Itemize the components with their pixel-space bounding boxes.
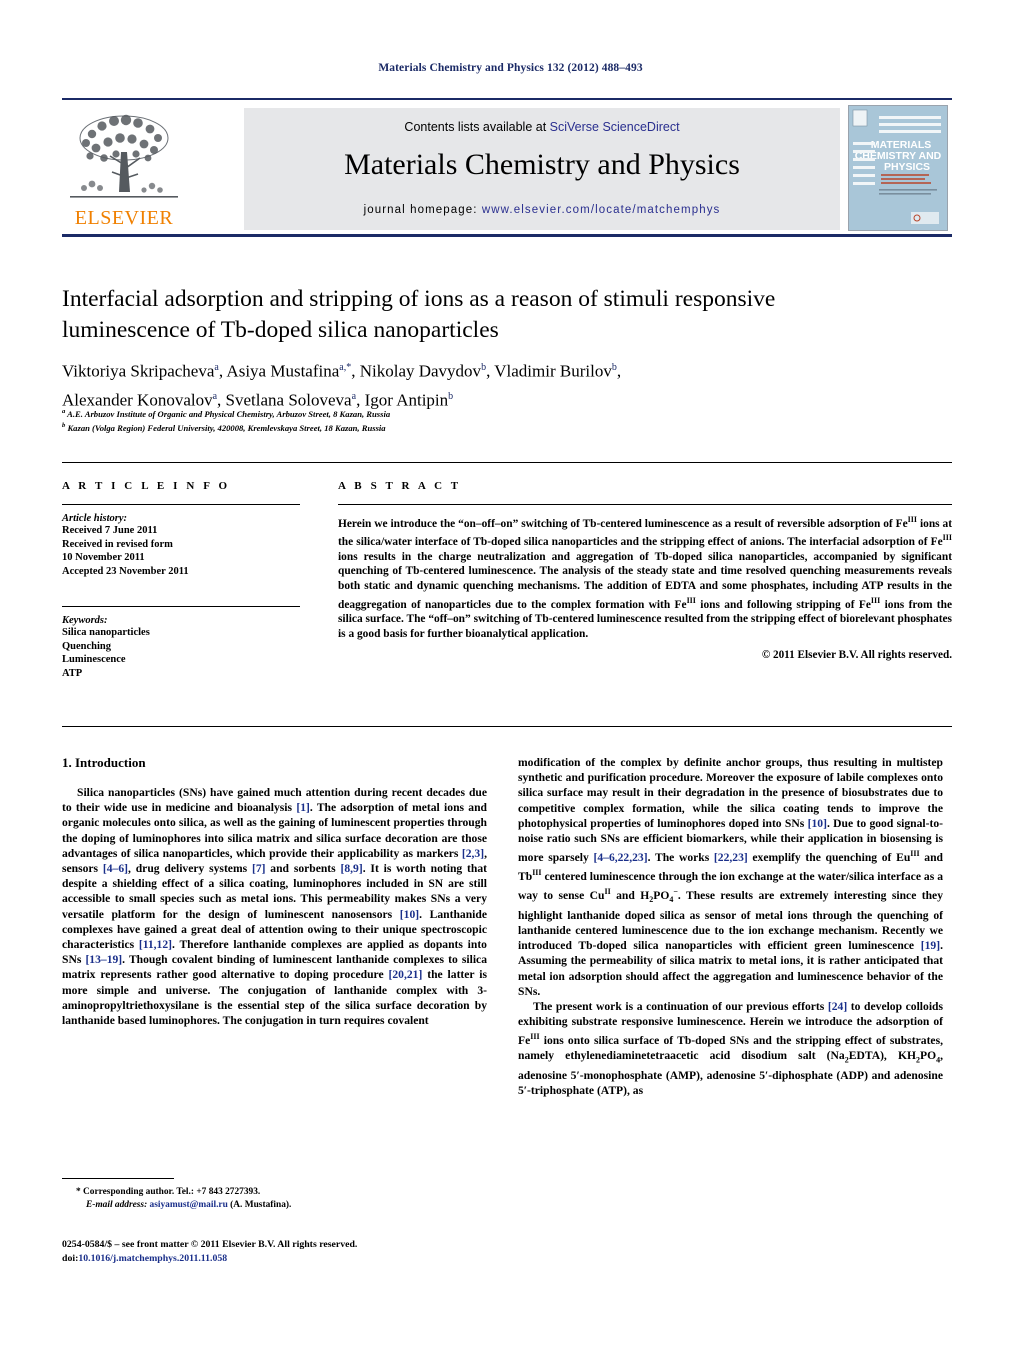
citation-link[interactable]: [7] <box>252 862 266 875</box>
citation-link[interactable]: [19] <box>921 939 940 952</box>
author-affil-marker: a <box>214 362 219 373</box>
citation-link[interactable]: [10] <box>400 908 419 921</box>
citation-link[interactable]: [4–6,22,23] <box>593 851 647 864</box>
article-info-block: A R T I C L E I N F O Article history: R… <box>62 480 300 680</box>
author-affil-marker: a <box>351 390 357 402</box>
citation-link[interactable]: [4–6] <box>103 862 128 875</box>
svg-text:PHYSICS: PHYSICS <box>884 161 930 173</box>
citation-link[interactable]: [24] <box>828 1000 847 1013</box>
journal-panel: Contents lists available at SciVerse Sci… <box>244 108 840 230</box>
email-attribution: (A. Mustafina). <box>230 1200 292 1210</box>
section-heading-introduction: 1. Introduction <box>62 755 146 770</box>
affiliation-a: a A.E. Arbuzov Institute of Organic and … <box>62 406 892 420</box>
elsevier-tree-icon <box>70 114 178 198</box>
author-affil-marker: b <box>611 362 617 373</box>
article-info-heading: A R T I C L E I N F O <box>62 480 231 492</box>
affil-marker-a: a <box>62 408 66 415</box>
elsevier-wordmark: ELSEVIER <box>74 207 174 229</box>
author-affil-marker: a,* <box>339 362 352 373</box>
email-note: E-mail address: asiyamust@mail.ru (A. Mu… <box>62 1199 487 1212</box>
body-paragraph: modification of the complex by definite … <box>518 756 944 998</box>
history-item: Received in revised form <box>62 538 173 550</box>
body-paragraph: Silica nanoparticles (SNs) have gained m… <box>62 786 487 1028</box>
masthead-top-rule <box>62 98 952 100</box>
issn-line: 0254-0584/$ – see front matter © 2011 El… <box>62 1239 358 1250</box>
page-title: Interfacial adsorption and stripping of … <box>62 286 776 343</box>
article-history-list: Received 7 June 2011 Received in revised… <box>62 524 300 578</box>
info-band-top-rule <box>62 462 952 463</box>
info-band-bottom-rule <box>62 726 952 727</box>
body-paragraph: The present work is a continuation of ou… <box>518 999 944 1098</box>
journal-title: Materials Chemistry and Physics <box>344 148 740 181</box>
history-item: Received 7 June 2011 <box>62 525 158 536</box>
journal-cover-thumbnail: MATERIALS CHEMISTRY AND PHYSICS <box>848 105 948 231</box>
citation-link[interactable]: [2,3] <box>462 847 484 860</box>
elsevier-logo: ELSEVIER <box>64 108 184 230</box>
contents-prefix: Contents lists available at <box>404 120 550 134</box>
email-link[interactable]: asiyamust@mail.ru <box>150 1200 228 1210</box>
affiliation-b-text: Kazan (Volga Region) Federal University,… <box>67 423 386 434</box>
doi-label: doi: <box>62 1252 79 1264</box>
citation-link[interactable]: [22,23] <box>714 851 748 864</box>
article-history-label: Article history: <box>62 513 128 524</box>
journal-cover-image: MATERIALS CHEMISTRY AND PHYSICS <box>849 106 947 230</box>
keywords-label: Keywords: <box>62 615 108 626</box>
keyword-item: Silica nanoparticles <box>62 627 150 638</box>
sciencedirect-link[interactable]: SciVerse ScienceDirect <box>550 120 680 134</box>
keywords-rule <box>62 606 300 607</box>
keyword-item: Luminescence <box>62 654 126 665</box>
doi-line: doi:10.1016/j.matchemphys.2011.11.058 <box>62 1252 562 1266</box>
citation-link[interactable]: [8,9] <box>341 862 363 875</box>
article-info-rule <box>62 504 300 505</box>
journal-homepage-line: journal homepage: www.elsevier.com/locat… <box>244 204 840 216</box>
history-item: Accepted 23 November 2011 <box>62 565 189 577</box>
abstract-rule <box>338 504 952 505</box>
body-column-left: 1. Introduction Silica nanoparticles (SN… <box>62 755 487 1028</box>
journal-masthead: ELSEVIER Contents lists available at Sci… <box>62 98 952 237</box>
body-column-right: modification of the complex by definite … <box>518 755 943 1098</box>
journal-homepage-link[interactable]: www.elsevier.com/locate/matchemphys <box>482 204 721 216</box>
author-affil-marker: b <box>481 362 487 373</box>
keyword-item: Quenching <box>62 640 112 652</box>
keywords-list: Silica nanoparticles Quenching Luminesce… <box>62 626 300 680</box>
corresponding-author-note: * Corresponding author. Tel.: +7 843 272… <box>76 1187 261 1197</box>
citation-link[interactable]: [11,12] <box>139 938 172 951</box>
contents-list-line: Contents lists available at SciVerse Sci… <box>244 120 840 134</box>
footnote-block: * Corresponding author. Tel.: +7 843 272… <box>62 1178 487 1212</box>
affiliation-list: a A.E. Arbuzov Institute of Organic and … <box>62 406 892 435</box>
abstract-heading: A B S T R A C T <box>338 480 462 492</box>
issn-copyright-block: 0254-0584/$ – see front matter © 2011 El… <box>62 1238 562 1265</box>
homepage-prefix: journal homepage: <box>363 204 482 216</box>
email-label: E-mail address: <box>86 1200 148 1210</box>
paper-page: Materials Chemistry and Physics 132 (201… <box>0 0 1021 1351</box>
citation-link[interactable]: [13–19] <box>85 953 122 966</box>
author-list: Viktoriya Skripachevaa, Asiya Mustafinaa… <box>62 361 622 410</box>
author-affil-marker: a <box>212 390 218 402</box>
keyword-item: ATP <box>62 667 83 679</box>
citation-link[interactable]: [1] <box>296 801 310 814</box>
citation-link[interactable]: [10] <box>808 817 827 830</box>
affiliation-a-text: A.E. Arbuzov Institute of Organic and Ph… <box>67 408 391 419</box>
abstract-copyright: © 2011 Elsevier B.V. All rights reserved… <box>761 649 952 662</box>
history-item: 10 November 2011 <box>62 552 145 563</box>
footnote-rule <box>62 1178 174 1179</box>
masthead-bottom-rule <box>62 234 952 237</box>
abstract-block: A B S T R A C T Herein we introduce the … <box>338 480 952 661</box>
running-head: Materials Chemistry and Physics 132 (201… <box>378 62 643 74</box>
author-affil-marker: b <box>448 390 454 402</box>
abstract-text: Herein we introduce the “on–off–on” swit… <box>338 515 953 640</box>
affil-marker-b: b <box>62 422 66 430</box>
affiliation-b: b Kazan (Volga Region) Federal Universit… <box>62 420 892 434</box>
doi-link[interactable]: 10.1016/j.matchemphys.2011.11.058 <box>78 1253 227 1264</box>
citation-link[interactable]: [20,21] <box>389 968 423 981</box>
